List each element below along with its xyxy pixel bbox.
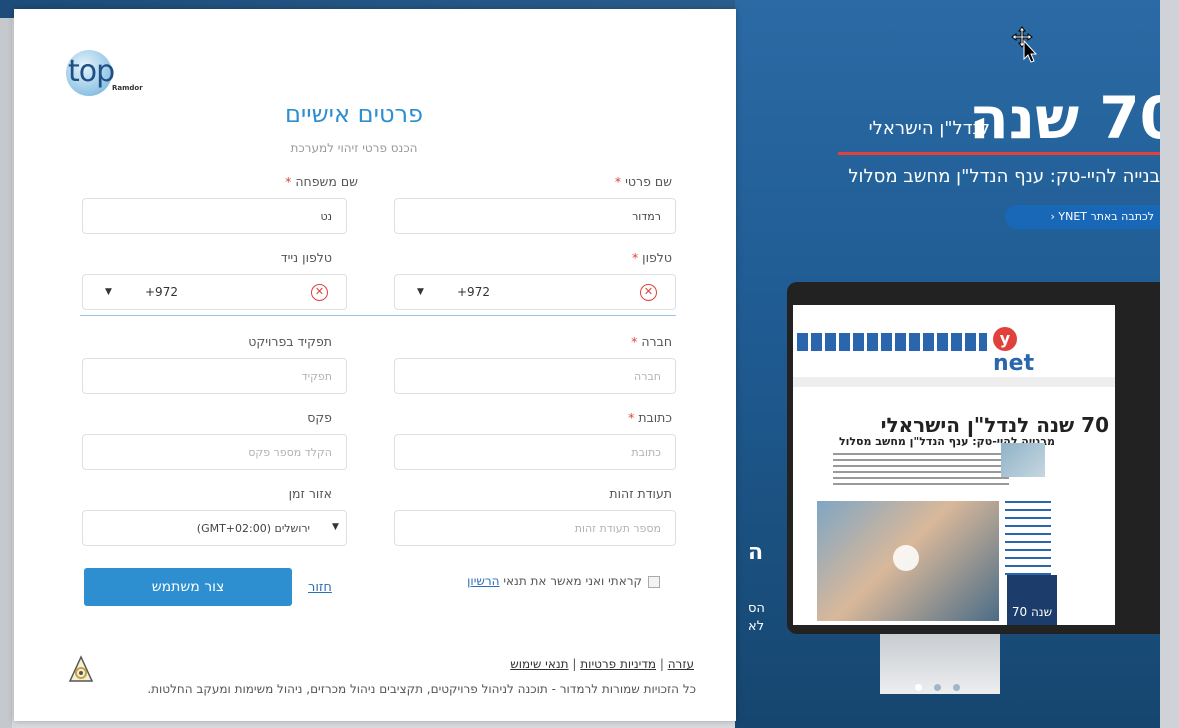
promo-button-label: לכתבה באתר YNET [1058,210,1154,223]
mobile-label: טלפון נייד [280,250,332,265]
last-name-field[interactable]: נט [82,198,347,234]
phone-label-text: טלפון [642,250,672,265]
timezone-value: (GMT+02:00) ירושלים [196,521,310,535]
ynet-logo-text: net [993,351,1035,376]
fax-field[interactable]: הקלד מספר פקס [82,434,347,470]
help-link[interactable]: עזרה [668,657,694,671]
chevron-left-icon: ‹ [1050,210,1055,223]
promo-edge-letter: ה [748,540,764,565]
clear-icon[interactable]: ✕ [311,284,328,301]
carousel-dot-1[interactable] [915,684,922,691]
screen-article-text [833,453,1009,489]
required-mark: * [631,334,638,349]
page-subtitle: הכנס פרטי זיהוי למערכת [290,141,418,155]
role-field[interactable]: תפקיד [82,358,347,394]
required-mark: * [614,174,622,189]
footer-links: עזרה | מדיניות פרטיות | תנאי שימוש [444,657,694,671]
ynet-logo: ynet [993,325,1045,376]
address-field[interactable]: כתובת [394,434,676,470]
screen-nav [793,377,1115,387]
ynet-logo-y: y [993,327,1017,351]
license-agree-text: קראתי ואני מאשר את תנאי [503,574,642,588]
screen-header-bar [797,333,987,351]
dropdown-arrow-icon[interactable]: ▼ [417,287,424,297]
promo-headline-small: לנדל"ן הישראלי [868,118,990,139]
mobile-country-code: +972 [145,285,178,299]
dropdown-arrow-icon[interactable]: ▼ [332,522,339,532]
company-label: חברה * [494,334,672,349]
promo-edge-line-2: לא [748,619,765,634]
id-number-field[interactable]: מספר תעודת זהות [394,510,676,546]
company-field[interactable]: חברה [394,358,676,394]
first-name-field[interactable]: רמדור [394,198,676,234]
screen-ad: 70 שנה [1007,575,1057,625]
fax-label: פקס [307,410,332,425]
license-link[interactable]: הרשיון [467,574,499,588]
carousel-dot-3[interactable] [953,684,960,691]
page-right-margin [1160,0,1179,728]
screen-headline: 70 שנה לנדל"ן הישראלי [880,413,1109,437]
last-name-label-text: שם משפחה [295,174,358,189]
copyright-text: כל הזכויות שמורות לרמדור - תוכנה לניהול … [147,682,696,696]
top-ramdor-logo: top Ramdor [66,46,156,102]
role-label: תפקיד בפרויקט [248,334,332,349]
back-link[interactable]: חזור [308,580,332,595]
id-number-label: תעודת זהות [609,486,672,501]
monitor-screen: ynet 70 שנה לנדל"ן הישראלי מבנייה להיי-ט… [793,305,1115,625]
carousel-dot-2[interactable] [934,684,941,691]
license-agreement: קראתי ואני מאשר את תנאי הרשיון [394,574,642,588]
clear-icon[interactable]: ✕ [640,284,657,301]
logo-sub: Ramdor [112,84,143,92]
page-left-margin [0,18,12,728]
promo-subtitle: בנייה להיי-טק: ענף הנדל"ן מחשב מסלול [848,166,1160,187]
create-user-button[interactable]: צור משתמש [84,568,292,606]
promo-edge-line-1: הס [748,601,765,616]
first-name-label-text: שם פרטי [625,174,672,189]
registration-card: top Ramdor פרטים אישיים הכנס פרטי זיהוי … [14,9,736,721]
mobile-field[interactable]: ▼ +972 ✕ [82,274,347,310]
promo-headline-big: 70 שנה [968,88,1160,152]
promo-headline: 70 שנה לנדל"ן הישראלי [815,88,1160,158]
promo-article-button[interactable]: לכתבה באתר YNET ‹ [1005,205,1160,229]
first-name-label: שם פרטי * [494,174,672,189]
last-name-label: שם משפחה * [180,174,358,189]
page-title: פרטים אישיים [284,100,424,128]
carousel-dots [915,684,960,691]
privacy-link[interactable]: מדיניות פרטיות [580,657,656,671]
company-label-text: חברה [641,334,672,349]
license-checkbox[interactable] [648,576,660,588]
address-label-text: כתובת [638,410,672,425]
footer-separator: | [659,657,664,671]
promo-edge-text: הס לא [748,600,765,636]
logo-word: top [68,54,115,89]
phone-label: טלפון * [494,250,672,265]
footer-separator: | [572,657,577,671]
section-divider [80,315,676,316]
phone-field[interactable]: ▼ +972 ✕ [394,274,676,310]
timezone-label: אזור זמן [288,486,332,501]
certification-badge-icon [68,655,94,682]
dropdown-arrow-icon[interactable]: ▼ [105,287,112,297]
move-cursor-icon [1011,26,1038,63]
play-icon [893,545,919,571]
required-mark: * [285,174,292,189]
screen-sidebar [1005,501,1051,581]
address-label: כתובת * [494,410,672,425]
timezone-select[interactable]: (GMT+02:00) ירושלים [82,510,347,546]
phone-country-code: +972 [457,285,490,299]
required-mark: * [628,410,635,425]
terms-link[interactable]: תנאי שימוש [510,657,568,671]
screen-thumbnail [1001,443,1045,477]
required-mark: * [631,250,639,265]
promo-underline [838,152,1160,155]
